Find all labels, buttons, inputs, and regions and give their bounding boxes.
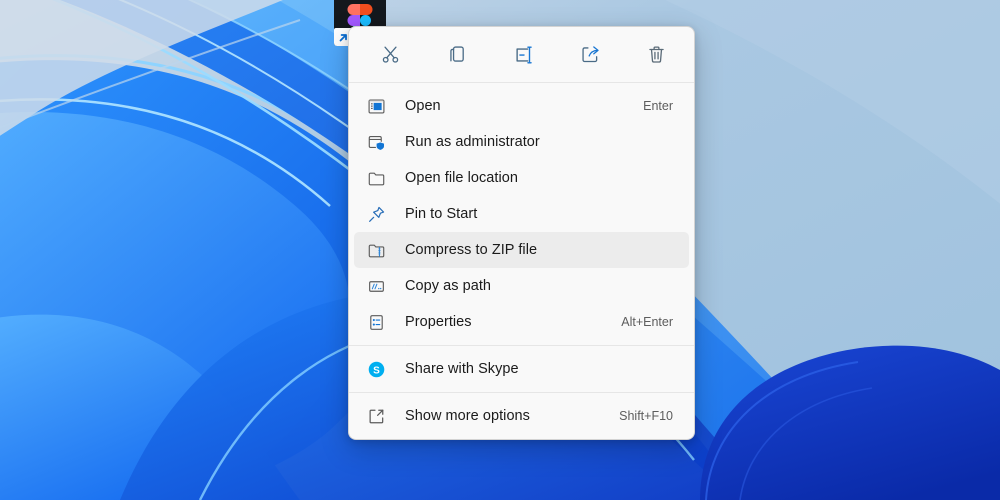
menu-item-properties[interactable]: Properties Alt+Enter	[354, 304, 689, 340]
menu-item-pin-to-start[interactable]: Pin to Start	[354, 196, 689, 232]
trash-icon	[646, 44, 667, 65]
menu-item-accelerator: Enter	[643, 99, 679, 113]
menu-item-label: Compress to ZIP file	[405, 242, 673, 258]
open-window-icon	[366, 96, 386, 116]
rename-button[interactable]	[500, 36, 547, 74]
share-icon	[580, 44, 601, 65]
delete-button[interactable]	[633, 36, 680, 74]
scissors-icon	[380, 44, 401, 65]
menu-item-open[interactable]: Open Enter	[354, 88, 689, 124]
menu-item-label: Run as administrator	[405, 134, 673, 150]
skype-icon: S	[366, 359, 386, 379]
copy-icon	[447, 44, 468, 65]
zip-folder-icon	[366, 240, 386, 260]
pin-icon	[366, 204, 386, 224]
menu-item-compress-to-zip-file[interactable]: Compress to ZIP file	[354, 232, 689, 268]
menu-item-label: Pin to Start	[405, 206, 673, 222]
context-menu-toolbar	[349, 27, 694, 82]
menu-item-accelerator: Shift+F10	[619, 409, 679, 423]
menu-item-share-with-skype[interactable]: S Share with Skype	[354, 351, 689, 387]
menu-group-more-options: Show more options Shift+F10	[349, 393, 694, 439]
expand-icon	[366, 406, 386, 426]
share-button[interactable]	[567, 36, 614, 74]
context-menu[interactable]: Open Enter Run as administrator	[348, 26, 695, 440]
menu-item-accelerator: Alt+Enter	[621, 315, 679, 329]
menu-item-run-as-administrator[interactable]: Run as administrator	[354, 124, 689, 160]
copy-button[interactable]	[434, 36, 481, 74]
menu-item-label: Open	[405, 98, 643, 114]
rename-icon	[513, 44, 535, 66]
menu-item-label: Copy as path	[405, 278, 673, 294]
properties-icon	[366, 312, 386, 332]
cut-button[interactable]	[367, 36, 414, 74]
menu-item-label: Share with Skype	[405, 361, 673, 377]
path-document-icon	[366, 276, 386, 296]
menu-item-show-more-options[interactable]: Show more options Shift+F10	[354, 398, 689, 434]
menu-item-open-file-location[interactable]: Open file location	[354, 160, 689, 196]
menu-group-primary: Open Enter Run as administrator	[349, 83, 694, 345]
menu-item-label: Open file location	[405, 170, 673, 186]
folder-icon	[366, 168, 386, 188]
svg-text:S: S	[373, 365, 380, 376]
menu-item-label: Show more options	[405, 408, 619, 424]
menu-item-label: Properties	[405, 314, 621, 330]
menu-group-share: S Share with Skype	[349, 346, 694, 392]
desktop[interactable]: Fig	[0, 0, 1000, 500]
shield-window-icon	[366, 132, 386, 152]
menu-item-copy-as-path[interactable]: Copy as path	[354, 268, 689, 304]
